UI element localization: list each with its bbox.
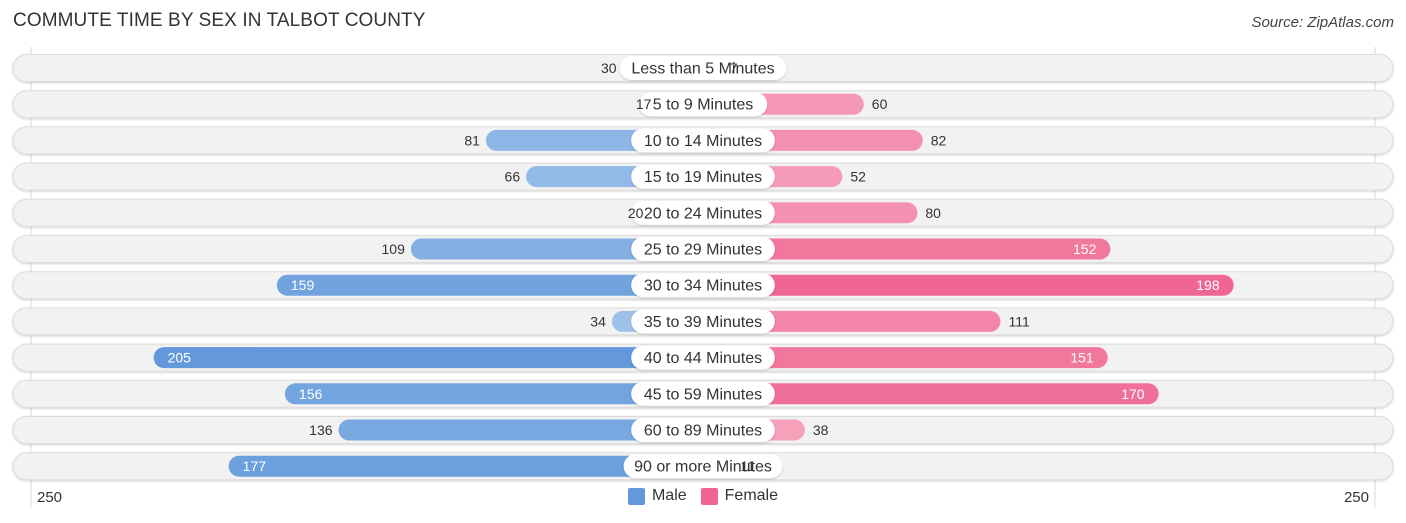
bar-male[interactable] bbox=[153, 347, 716, 369]
value-label-female: 170 bbox=[1121, 386, 1145, 402]
category-label: 20 to 24 Minutes bbox=[644, 205, 762, 222]
category-label: 40 to 44 Minutes bbox=[644, 350, 762, 367]
category-label: 25 to 29 Minutes bbox=[644, 242, 762, 259]
value-label-male: 205 bbox=[168, 350, 192, 366]
value-label-male: 109 bbox=[382, 241, 406, 257]
category-label: 5 to 9 Minutes bbox=[653, 97, 754, 114]
value-label-male: 20 bbox=[628, 205, 644, 221]
legend-item-male[interactable]: Male bbox=[627, 487, 687, 505]
value-label-female: 80 bbox=[925, 205, 941, 221]
value-label-male: 156 bbox=[299, 386, 323, 402]
value-label-female: 111 bbox=[1008, 313, 1029, 329]
value-label-male: 177 bbox=[243, 458, 267, 474]
value-label-male: 30 bbox=[601, 60, 617, 76]
value-label-female: 82 bbox=[931, 132, 947, 148]
value-label-male: 136 bbox=[309, 422, 333, 438]
legend-item-female[interactable]: Female bbox=[700, 487, 779, 505]
legend-swatch-male bbox=[627, 487, 645, 505]
value-label-female: 198 bbox=[1196, 277, 1220, 293]
category-label: 15 to 19 Minutes bbox=[644, 169, 762, 186]
category-label: 45 to 59 Minutes bbox=[644, 386, 762, 403]
category-label: Less than 5 Minutes bbox=[631, 61, 774, 78]
value-label-male: 81 bbox=[464, 132, 480, 148]
value-label-female: 7 bbox=[730, 60, 738, 76]
category-label: 35 to 39 Minutes bbox=[644, 314, 762, 331]
legend-label-male: Male bbox=[651, 487, 687, 504]
value-label-male: 17 bbox=[636, 96, 652, 112]
chart-canvas: Less than 5 Minutes 30 7 5 to 9 Minutes17 60… bbox=[12, 47, 1394, 508]
value-label-female: 60 bbox=[872, 96, 888, 112]
category-label: 30 to 34 Minutes bbox=[644, 278, 762, 295]
category-label: 60 to 89 Minutes bbox=[644, 423, 762, 440]
value-label-male: 34 bbox=[590, 313, 606, 329]
value-label-female: 52 bbox=[850, 169, 866, 185]
category-label: 10 to 14 Minutes bbox=[644, 133, 762, 150]
legend-label-female: Female bbox=[724, 487, 779, 504]
value-label-female: 152 bbox=[1073, 241, 1097, 257]
legend-swatch-female bbox=[700, 487, 718, 505]
value-label-female: 151 bbox=[1070, 350, 1094, 366]
value-label-female: 11 bbox=[740, 458, 755, 474]
value-label-female: 38 bbox=[813, 422, 829, 438]
value-label-male: 66 bbox=[505, 169, 521, 185]
value-label-male: 159 bbox=[291, 277, 315, 293]
legend: Male Female bbox=[0, 487, 1406, 505]
